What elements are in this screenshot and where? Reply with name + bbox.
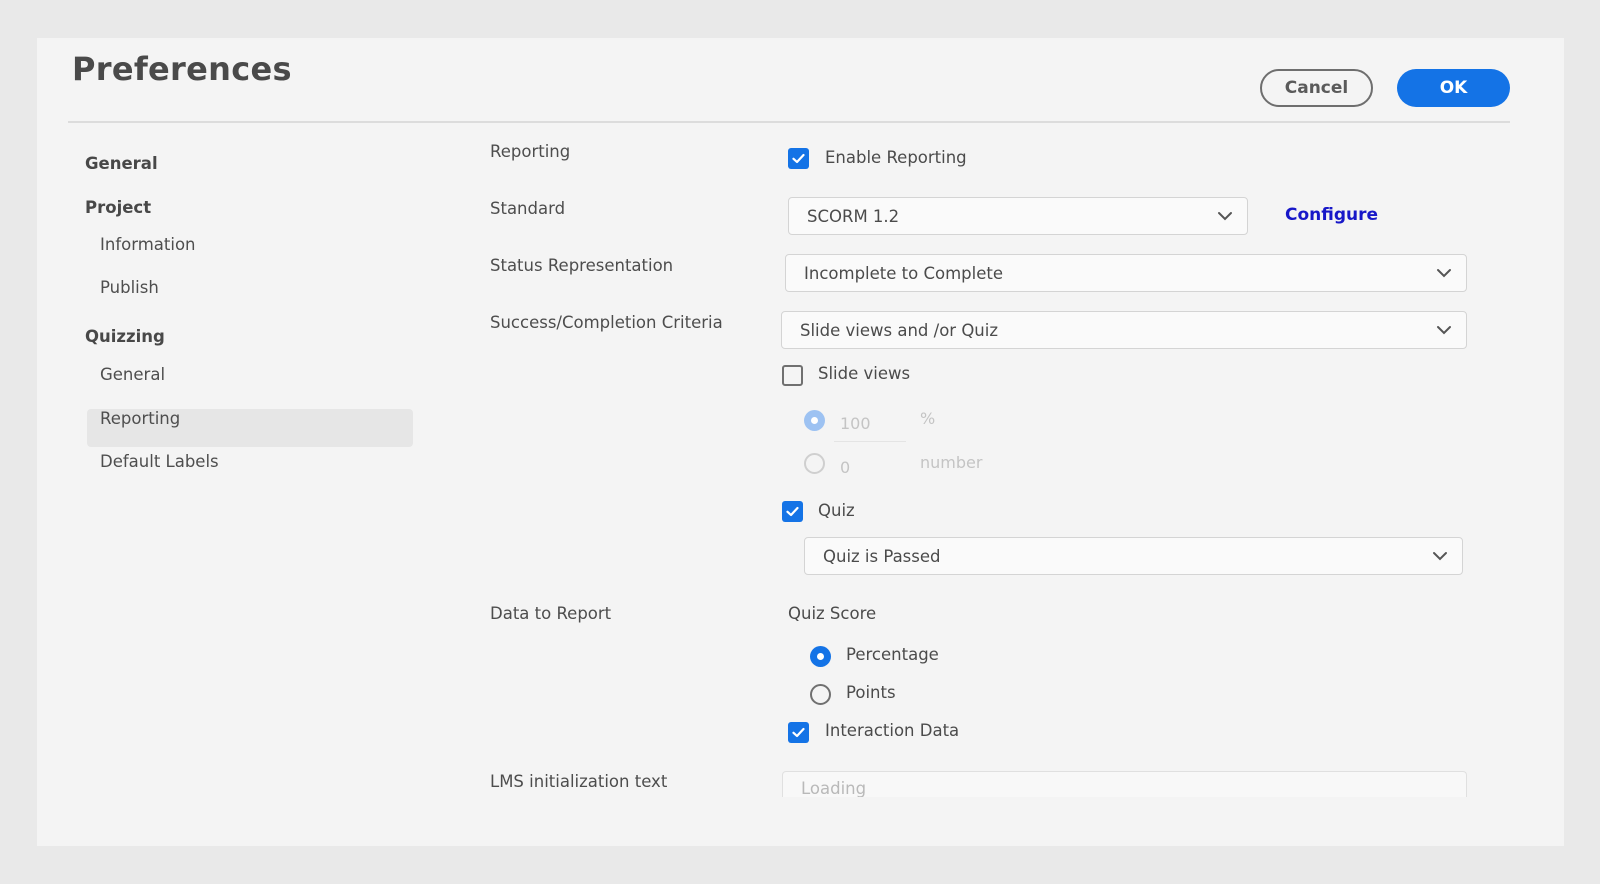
standard-value: SCORM 1.2 bbox=[807, 207, 900, 226]
interaction-data-label: Interaction Data bbox=[825, 721, 960, 740]
chevron-down-icon bbox=[1433, 552, 1447, 561]
configure-link[interactable]: Configure bbox=[1285, 205, 1378, 225]
checkmark-icon bbox=[792, 153, 805, 164]
slide-views-checkbox[interactable] bbox=[782, 365, 803, 386]
chevron-down-icon bbox=[1437, 269, 1451, 278]
sidebar-item-default-labels[interactable]: Default Labels bbox=[100, 452, 219, 471]
slide-views-percent-value[interactable]: 100 bbox=[840, 414, 871, 433]
data-to-report-label: Data to Report bbox=[490, 604, 612, 623]
slide-views-number-radio[interactable] bbox=[804, 453, 825, 474]
lms-init-placeholder: Loading bbox=[801, 779, 867, 797]
success-criteria-label: Success/Completion Criteria bbox=[490, 313, 723, 332]
percentage-label: Percentage bbox=[846, 645, 939, 664]
lms-init-input[interactable]: Loading bbox=[782, 771, 1467, 797]
checkmark-icon bbox=[786, 506, 799, 517]
percent-input-underline bbox=[834, 441, 906, 442]
preferences-dialog: Preferences Cancel OK General Project In… bbox=[37, 38, 1564, 846]
quiz-score-label: Quiz Score bbox=[788, 604, 877, 623]
status-representation-label: Status Representation bbox=[490, 256, 674, 275]
enable-reporting-label: Enable Reporting bbox=[825, 148, 967, 167]
sidebar-item-reporting[interactable]: Reporting bbox=[100, 409, 180, 428]
points-radio[interactable] bbox=[810, 684, 831, 705]
lms-init-label: LMS initialization text bbox=[490, 772, 668, 791]
sidebar-item-quizzing[interactable]: Quizzing bbox=[85, 327, 165, 346]
header-divider bbox=[68, 121, 1510, 123]
sidebar-item-publish[interactable]: Publish bbox=[100, 278, 159, 297]
chevron-down-icon bbox=[1437, 326, 1451, 335]
standard-dropdown[interactable]: SCORM 1.2 bbox=[788, 197, 1248, 235]
reporting-label: Reporting bbox=[490, 142, 571, 161]
cancel-button[interactable]: Cancel bbox=[1260, 69, 1373, 107]
quiz-label: Quiz bbox=[818, 501, 855, 520]
slide-views-label: Slide views bbox=[818, 364, 911, 383]
status-representation-value: Incomplete to Complete bbox=[804, 264, 1003, 283]
slide-views-percent-radio[interactable] bbox=[804, 410, 825, 431]
enable-reporting-checkbox[interactable] bbox=[788, 148, 809, 169]
ok-button[interactable]: OK bbox=[1397, 69, 1510, 107]
sidebar-item-general[interactable]: General bbox=[85, 154, 158, 173]
sidebar-item-quizzing-general[interactable]: General bbox=[100, 365, 165, 384]
interaction-data-checkbox[interactable] bbox=[788, 722, 809, 743]
slide-views-number-value[interactable]: 0 bbox=[840, 458, 850, 477]
standard-label: Standard bbox=[490, 199, 566, 218]
quiz-criteria-value: Quiz is Passed bbox=[823, 547, 941, 566]
percent-unit-label: % bbox=[920, 409, 936, 428]
quiz-criteria-dropdown[interactable]: Quiz is Passed bbox=[804, 537, 1463, 575]
checkmark-icon bbox=[792, 727, 805, 738]
status-representation-dropdown[interactable]: Incomplete to Complete bbox=[785, 254, 1467, 292]
dialog-title: Preferences bbox=[72, 50, 292, 88]
quiz-checkbox[interactable] bbox=[782, 501, 803, 522]
number-unit-label: number bbox=[920, 453, 983, 472]
success-criteria-dropdown[interactable]: Slide views and /or Quiz bbox=[781, 311, 1467, 349]
sidebar-item-information[interactable]: Information bbox=[100, 235, 196, 254]
chevron-down-icon bbox=[1218, 212, 1232, 221]
sidebar-item-project[interactable]: Project bbox=[85, 198, 151, 217]
success-criteria-value: Slide views and /or Quiz bbox=[800, 321, 999, 340]
percentage-radio[interactable] bbox=[810, 646, 831, 667]
points-label: Points bbox=[846, 683, 896, 702]
